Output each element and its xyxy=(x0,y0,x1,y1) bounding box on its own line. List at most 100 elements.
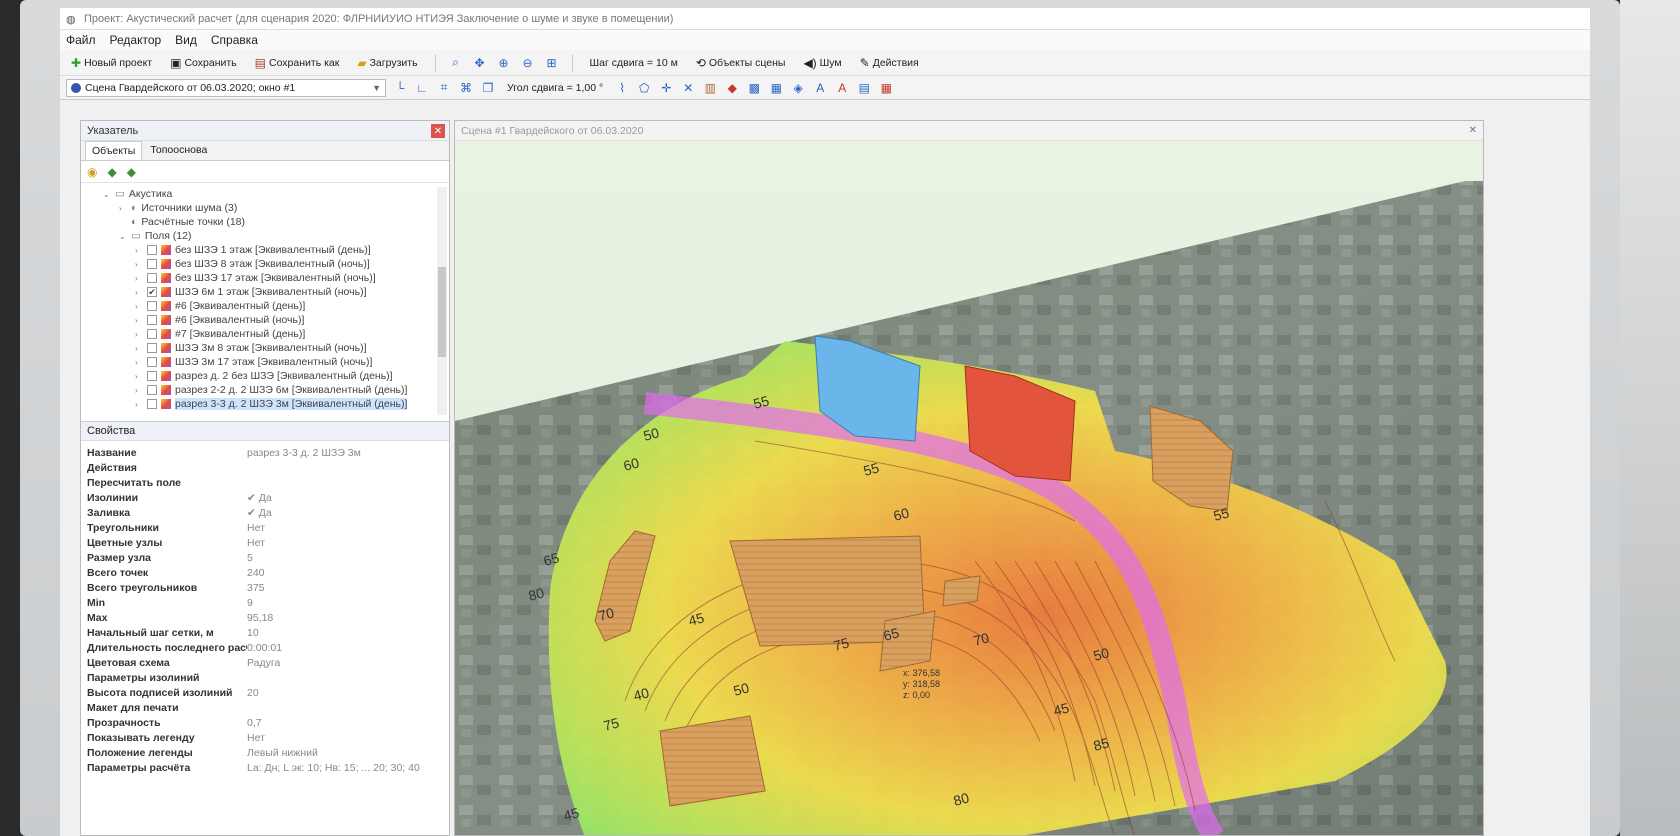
property-row[interactable]: Прозрачность 0,7 xyxy=(87,715,449,730)
chevron-icon[interactable]: › xyxy=(119,204,127,213)
property-row[interactable]: Цветовая схема Радуга xyxy=(87,655,449,670)
grid-step-field[interactable]: Шаг сдвига = 10 м xyxy=(585,54,683,72)
chevron-icon[interactable]: › xyxy=(135,274,143,283)
property-row[interactable]: Заливка ✔ Да xyxy=(87,505,449,520)
chevron-icon[interactable]: › xyxy=(135,372,143,381)
tree-checkbox[interactable] xyxy=(147,399,157,409)
map-icon[interactable]: ◈ xyxy=(790,80,806,96)
select-icon[interactable]: ⌕ xyxy=(448,55,464,71)
tree-item[interactable]: › ◐ Источники шума (3) xyxy=(87,201,443,215)
property-row[interactable]: Параметры расчёта Lа: Дн; L эк: 10; Нв: 1… xyxy=(87,760,449,775)
property-value[interactable]: 0:00:01 xyxy=(247,642,449,654)
property-value[interactable]: Радуга xyxy=(247,657,449,669)
save-button[interactable]: ▣ Сохранить xyxy=(165,53,242,73)
close-icon[interactable]: ✕ xyxy=(1469,125,1477,136)
tree-item[interactable]: › #7 [Эквивалентный (день)] xyxy=(87,327,443,341)
bookmark2-icon[interactable]: ⌘ xyxy=(458,80,474,96)
arrow-right-icon[interactable]: ◆ xyxy=(127,165,136,179)
chevron-icon[interactable]: ⌄ xyxy=(119,232,127,241)
tree-checkbox[interactable] xyxy=(147,245,157,255)
property-row[interactable]: Действия xyxy=(87,460,449,475)
bookmark-icon[interactable]: ⌗ xyxy=(436,80,452,96)
menu-edit[interactable]: Редактор xyxy=(110,33,162,47)
arrow-left-icon[interactable]: ◆ xyxy=(107,165,116,179)
tab-topobase[interactable]: Топооснова xyxy=(144,141,213,160)
property-row[interactable]: Показывать легенду Нет xyxy=(87,730,449,745)
tree-checkbox[interactable] xyxy=(147,315,157,325)
property-value[interactable]: разрез 3-3 д. 2 ШЗЭ 3м xyxy=(247,447,449,459)
draw-line-icon[interactable]: └ xyxy=(392,80,408,96)
chevron-icon[interactable]: ⌄ xyxy=(103,190,111,199)
text-icon[interactable]: A xyxy=(812,80,828,96)
copy-icon[interactable]: ❐ xyxy=(480,80,496,96)
noise-button[interactable]: ◀) Шум xyxy=(798,53,846,73)
save-as-button[interactable]: ▤ Сохранить как xyxy=(250,53,345,73)
property-row[interactable]: Название разрез 3-3 д. 2 ШЗЭ 3м xyxy=(87,445,449,460)
property-row[interactable]: Положение легенды Левый нижний xyxy=(87,745,449,760)
property-row[interactable]: Min 9 xyxy=(87,595,449,610)
zoom-out-icon[interactable]: ⊖ xyxy=(520,55,536,71)
property-value[interactable]: ✔ Да xyxy=(247,492,449,504)
property-row[interactable]: Размер узла 5 xyxy=(87,550,449,565)
scene-select[interactable]: Сцена Гвардейского от 06.03.2020; окно #… xyxy=(66,78,386,97)
property-value[interactable]: Нет xyxy=(247,732,449,744)
layers-icon[interactable]: ▤ xyxy=(856,80,872,96)
property-value[interactable]: Lа: Дн; L эк: 10; Нв: 15; ... 20; 30; 40 xyxy=(247,762,449,774)
property-row[interactable]: Цветные узлы Нет xyxy=(87,535,449,550)
menu-help[interactable]: Справка xyxy=(211,33,258,47)
menu-view[interactable]: Вид xyxy=(175,33,197,47)
chevron-icon[interactable]: › xyxy=(135,386,143,395)
property-row[interactable]: Всего треугольников 375 xyxy=(87,580,449,595)
tree-item[interactable]: › без ШЗЭ 1 этаж [Эквивалентный (день)] xyxy=(87,243,443,257)
tree-checkbox[interactable] xyxy=(147,385,157,395)
table-icon[interactable]: ▦ xyxy=(768,80,784,96)
angle-step-field[interactable]: Угол сдвига = 1,00 ° xyxy=(502,79,608,97)
tree-item[interactable]: › ✔ ШЗЭ 6м 1 этаж [Эквивалентный (ночь)] xyxy=(87,285,443,299)
polygon-icon[interactable]: ⬠ xyxy=(636,80,652,96)
tree-checkbox[interactable] xyxy=(147,301,157,311)
scrollbar-thumb[interactable] xyxy=(438,267,446,357)
tree-item[interactable]: ◐ Расчётные точки (18) xyxy=(87,215,443,229)
property-value[interactable]: 95,18 xyxy=(247,612,449,624)
screen-icon[interactable]: ▩ xyxy=(746,80,762,96)
text-red-icon[interactable]: A xyxy=(834,80,850,96)
property-row[interactable]: Начальный шаг сетки, м 10 xyxy=(87,625,449,640)
chevron-icon[interactable]: › xyxy=(135,358,143,367)
chevron-icon[interactable]: › xyxy=(135,400,143,409)
property-row[interactable]: Всего точек 240 xyxy=(87,565,449,580)
chevron-icon[interactable]: › xyxy=(135,316,143,325)
chevron-icon[interactable]: › xyxy=(135,288,143,297)
property-value[interactable]: ✔ Да xyxy=(247,507,449,519)
tree-item[interactable]: › разрез д. 2 без ШЗЭ [Эквивалентный (ден… xyxy=(87,369,443,383)
menu-file[interactable]: Файл xyxy=(66,33,96,47)
tree-item[interactable]: › без ШЗЭ 8 этаж [Эквивалентный (ночь)] xyxy=(87,257,443,271)
property-row[interactable]: Параметры изолиний xyxy=(87,670,449,685)
delete-icon[interactable]: ✕ xyxy=(680,80,696,96)
property-value[interactable]: Левый нижний xyxy=(247,747,449,759)
chevron-icon[interactable]: › xyxy=(135,330,143,339)
fit-icon[interactable]: ⊞ xyxy=(544,55,560,71)
pan-icon[interactable]: ✥ xyxy=(472,55,488,71)
chevron-icon[interactable]: › xyxy=(135,344,143,353)
tree-scrollbar[interactable] xyxy=(437,187,447,415)
tab-objects[interactable]: Объекты xyxy=(85,141,143,160)
grid-icon[interactable]: ▦ xyxy=(878,80,894,96)
palette-icon[interactable]: ◉ xyxy=(87,165,97,179)
chevron-icon[interactable]: › xyxy=(135,246,143,255)
property-row[interactable]: Треугольники Нет xyxy=(87,520,449,535)
tree-item[interactable]: › без ШЗЭ 17 этаж [Эквивалентный (ночь)] xyxy=(87,271,443,285)
property-row[interactable]: Макет для печати xyxy=(87,700,449,715)
chevron-icon[interactable]: › xyxy=(135,260,143,269)
draw-angle-icon[interactable]: ∟ xyxy=(414,80,430,96)
tree-checkbox[interactable] xyxy=(147,259,157,269)
tree-item[interactable]: › #6 [Эквивалентный (день)] xyxy=(87,299,443,313)
close-icon[interactable]: ✕ xyxy=(431,124,445,138)
scene-objects-button[interactable]: ⟲ Объекты сцены xyxy=(691,53,791,73)
tree-checkbox[interactable]: ✔ xyxy=(147,287,157,297)
tree-checkbox[interactable] xyxy=(147,329,157,339)
property-value[interactable]: Нет xyxy=(247,522,449,534)
property-value[interactable]: 240 xyxy=(247,567,449,579)
property-value[interactable]: 10 xyxy=(247,627,449,639)
source-icon[interactable]: ◆ xyxy=(724,80,740,96)
tree-item[interactable]: › ШЗЭ 3м 17 этаж [Эквивалентный (ночь)] xyxy=(87,355,443,369)
